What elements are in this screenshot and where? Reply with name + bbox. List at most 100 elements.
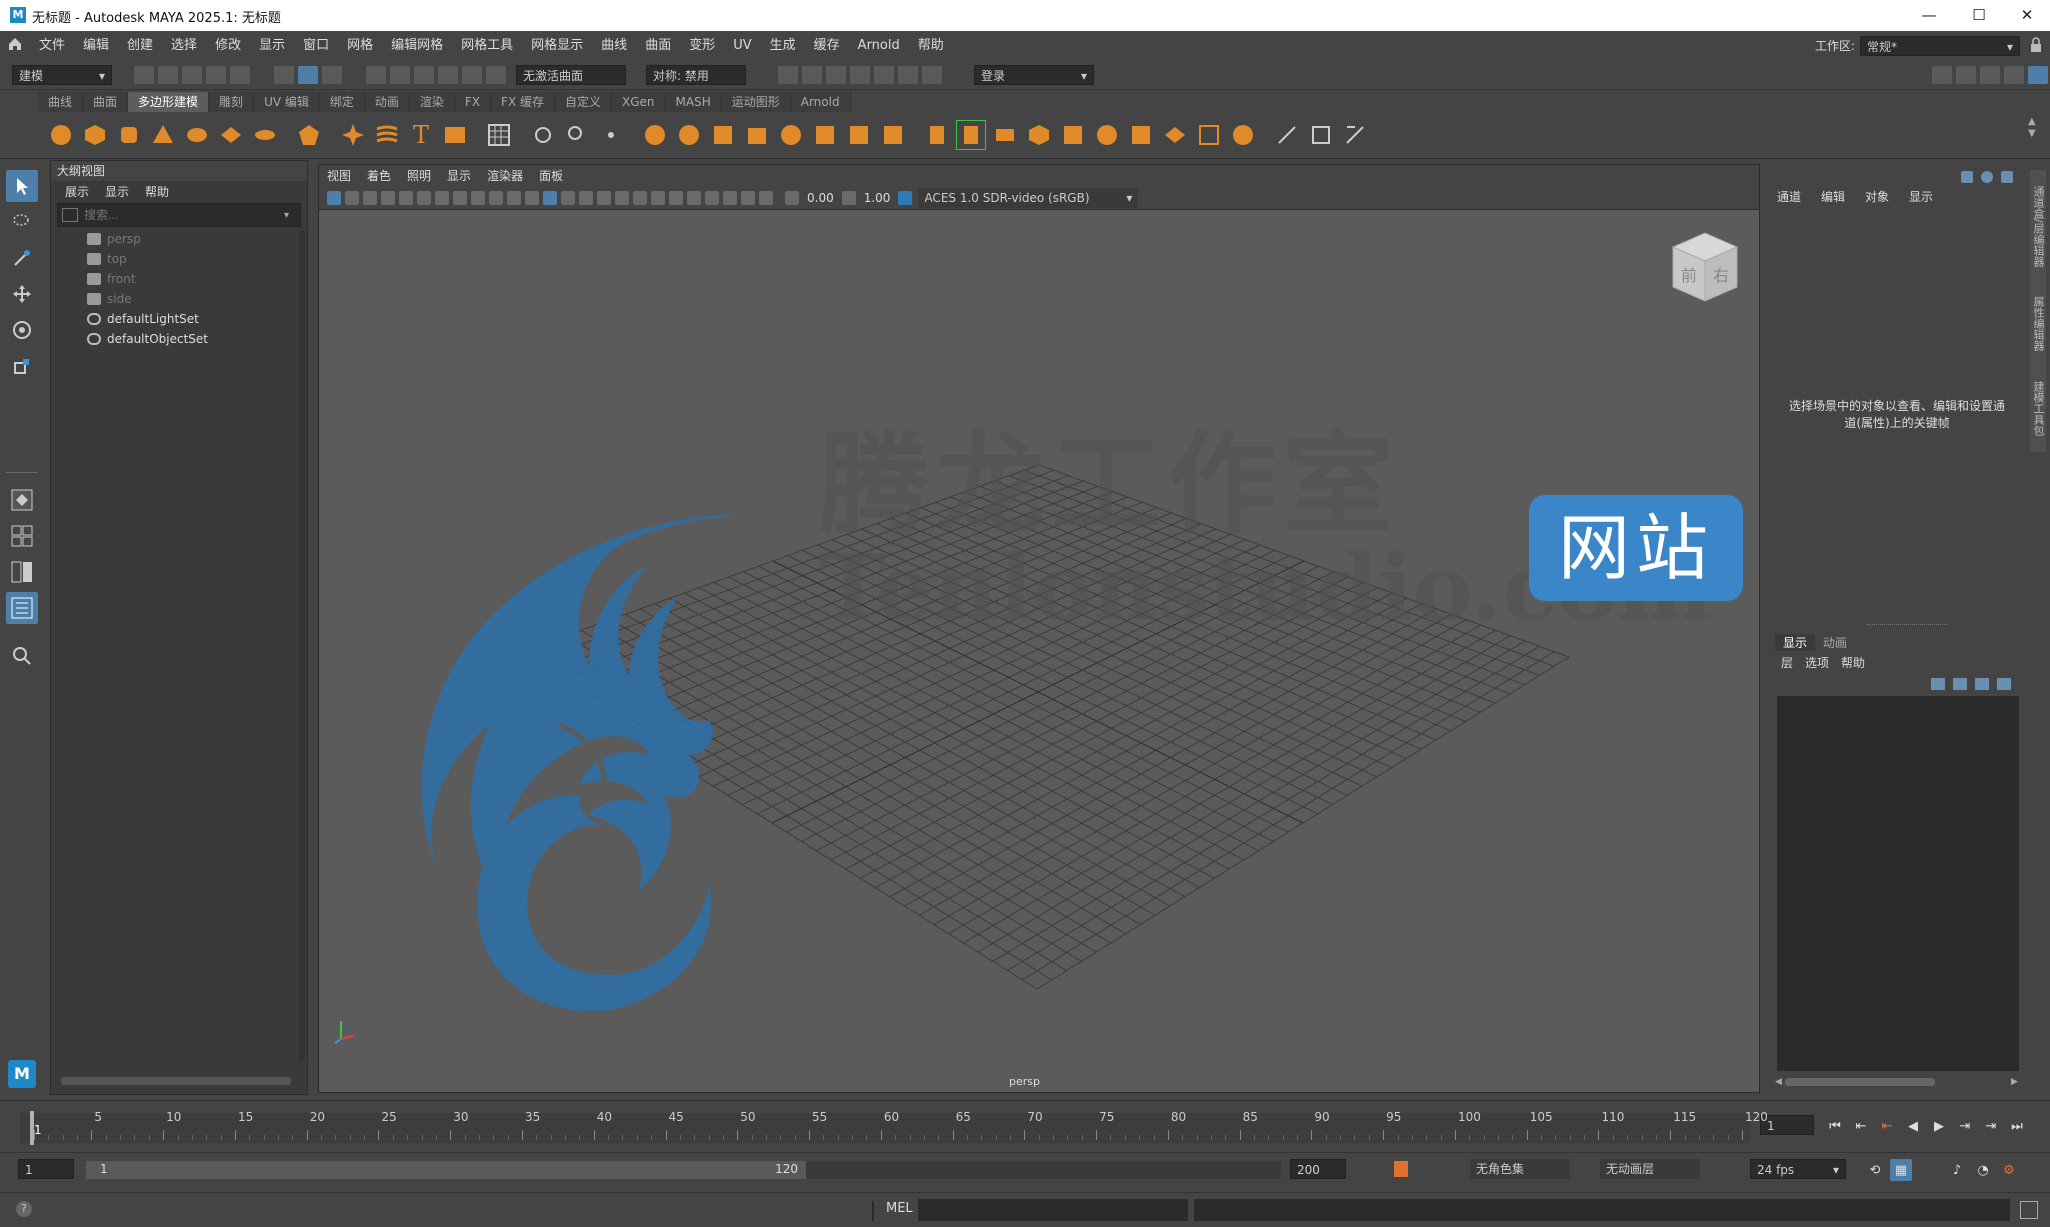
gamma-value[interactable]: 1.00 (864, 191, 891, 205)
viewport-panel[interactable]: 视图 着色 照明 显示 渲染器 面板 0.00 1.00 ACES 1.0 SDR-vid (318, 164, 1760, 1093)
film-gate-icon[interactable] (417, 191, 431, 205)
snap-pivot-icon[interactable] (486, 66, 506, 84)
select-hierarchy-icon[interactable] (274, 66, 294, 84)
pause-icon[interactable] (922, 66, 942, 84)
center-pivot-icon[interactable] (529, 121, 557, 149)
snap-view-icon[interactable] (438, 66, 458, 84)
bridge-icon[interactable] (991, 121, 1019, 149)
separate-icon[interactable] (675, 121, 703, 149)
image-plane-icon[interactable] (381, 191, 395, 205)
human-ik-icon[interactable] (1956, 66, 1976, 84)
side-tab[interactable]: 建模工具包 (2030, 365, 2046, 452)
shelf-tab[interactable]: 曲线 (38, 92, 84, 112)
render-settings-icon[interactable] (850, 66, 870, 84)
gamma-icon[interactable] (841, 191, 856, 205)
new-scene-icon[interactable] (134, 66, 154, 84)
close-button[interactable]: ✕ (2004, 0, 2050, 31)
layer-editor-menu-item[interactable]: 帮助 (1835, 654, 1871, 671)
multi-cut-icon[interactable] (1273, 121, 1301, 149)
channel-box-menu-item[interactable]: 显示 (1899, 188, 1943, 205)
arnold-render-icon[interactable] (898, 66, 918, 84)
select-object-icon[interactable] (298, 66, 318, 84)
channel-box-menu-item[interactable]: 对象 (1855, 188, 1899, 205)
merge-icon[interactable] (1161, 121, 1189, 149)
connect-icon[interactable] (1229, 121, 1257, 149)
poke-icon[interactable] (1127, 121, 1155, 149)
super-shape-icon[interactable] (339, 121, 367, 149)
workspace-dropdown[interactable]: 常规* ▾ (1860, 36, 2020, 56)
retopology-icon[interactable] (879, 121, 907, 149)
extrude-icon[interactable] (923, 121, 951, 149)
live-surface-field[interactable]: 无激活曲面 (516, 65, 626, 85)
outliner-item[interactable]: top (51, 249, 307, 269)
snap-surface-icon[interactable] (462, 66, 482, 84)
channel-box-menu-item[interactable]: 通道 (1767, 188, 1811, 205)
home-icon[interactable] (0, 36, 30, 56)
snap-curve-icon[interactable] (390, 66, 410, 84)
modeling-toolkit-icon[interactable] (1932, 66, 1952, 84)
smooth-icon[interactable] (777, 121, 805, 149)
scroll-right-icon[interactable]: ▶ (2011, 1077, 2021, 1087)
redo-icon[interactable] (230, 66, 250, 84)
camera-attributes-icon[interactable] (345, 191, 359, 205)
svg-icon[interactable] (441, 121, 469, 149)
render-view-icon[interactable] (778, 66, 798, 84)
snap-point-icon[interactable] (414, 66, 434, 84)
help-line-icon[interactable]: ? (16, 1201, 32, 1217)
animation-end-field[interactable]: 200 (1290, 1159, 1346, 1179)
safe-action-icon[interactable] (489, 191, 503, 205)
xray-active-icon[interactable] (741, 191, 755, 205)
exposure-value[interactable]: 0.00 (807, 191, 834, 205)
layer-editor-menu-item[interactable]: 选项 (1799, 654, 1835, 671)
shelf-tab[interactable]: 渲染 (409, 92, 455, 112)
freeze-transform-icon[interactable] (597, 121, 625, 149)
ipr-render-icon[interactable] (826, 66, 846, 84)
outliner-vscrollbar[interactable] (299, 231, 305, 1061)
channel-box-icon-3[interactable] (2001, 171, 2013, 183)
menu-item[interactable]: 显示 (250, 31, 294, 61)
shelf-tab[interactable]: FX 缓存 (491, 92, 555, 112)
poly-disc-icon[interactable] (251, 121, 279, 149)
fill-hole-icon[interactable] (1059, 121, 1087, 149)
channel-box-icon[interactable] (2028, 66, 2048, 84)
color-management-icon[interactable] (898, 191, 913, 205)
platonic-solid-icon[interactable] (295, 121, 323, 149)
xray-joints-icon[interactable] (759, 191, 773, 205)
collapse-icon[interactable] (1195, 121, 1223, 149)
step-back-frame-icon[interactable]: ⇤ (1850, 1115, 1872, 1137)
viewport-menu-item[interactable]: 着色 (359, 165, 399, 187)
go-to-end-icon[interactable]: ⏭ (2006, 1115, 2028, 1137)
snap-grid-icon[interactable] (366, 66, 386, 84)
grid-toggle-icon[interactable] (399, 191, 413, 205)
menu-item[interactable]: 帮助 (909, 31, 953, 61)
play-forwards-icon[interactable]: ▶ (1928, 1115, 1950, 1137)
menu-item[interactable]: 选择 (162, 31, 206, 61)
menu-item[interactable]: 编辑网格 (382, 31, 452, 61)
viewport-menu-item[interactable]: 渲染器 (479, 165, 531, 187)
layer-editor-tab[interactable]: 动画 (1815, 634, 1855, 651)
poly-plane-icon[interactable] (217, 121, 245, 149)
menu-item[interactable]: 编辑 (74, 31, 118, 61)
side-tab[interactable]: 通道盒/层编辑器 (2030, 170, 2046, 282)
layer-editor-menu-item[interactable]: 层 (1775, 654, 1799, 671)
undo-icon[interactable] (206, 66, 226, 84)
new-empty-layer-icon[interactable] (1975, 678, 1989, 690)
type-text-icon[interactable]: T (407, 121, 435, 149)
smooth-shade-icon[interactable] (543, 191, 557, 205)
anti-aliasing-icon[interactable] (669, 191, 683, 205)
bookmark-icon[interactable] (363, 191, 377, 205)
attribute-editor-icon[interactable] (1980, 66, 2000, 84)
move-tool-icon[interactable] (6, 278, 38, 310)
command-input[interactable] (918, 1199, 1188, 1221)
menu-item[interactable]: 缓存 (805, 31, 849, 61)
script-editor-icon[interactable] (2020, 1201, 2038, 1219)
viewport-menu-item[interactable]: 显示 (439, 165, 479, 187)
paint-select-tool-icon[interactable] (6, 242, 38, 274)
go-to-start-icon[interactable]: ⏮ (1824, 1115, 1846, 1137)
layer-hscrollbar[interactable] (1785, 1078, 1935, 1086)
shelf-tab[interactable]: 自定义 (555, 92, 613, 112)
side-tab[interactable]: 属性编辑器 (2030, 280, 2046, 367)
channel-box-icon-2[interactable] (1981, 171, 1993, 183)
outliner-item[interactable]: front (51, 269, 307, 289)
search-options-chevron-icon[interactable]: ▾ (284, 210, 300, 221)
